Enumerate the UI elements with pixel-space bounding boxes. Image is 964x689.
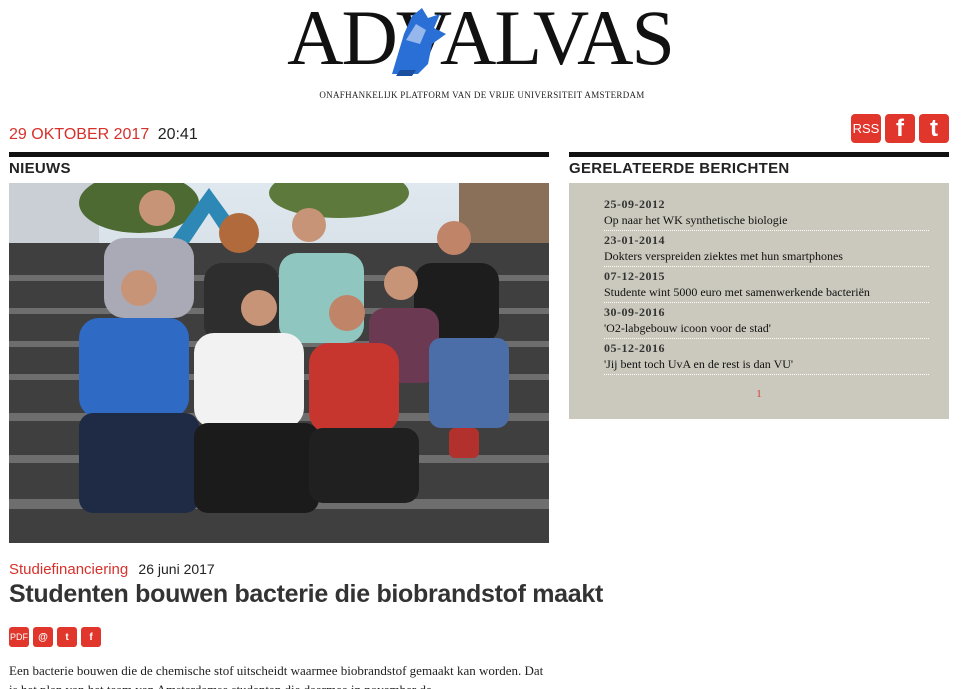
related-item[interactable]: 23-01-2014 Dokters verspreiden ziektes m… <box>604 232 929 267</box>
article-category-link[interactable]: Studiefinanciering <box>9 561 128 578</box>
twitter-share-icon[interactable]: t <box>57 627 77 647</box>
related-date: 07-12-2015 <box>604 269 665 283</box>
related-title-link[interactable]: Studente wint 5000 euro met samenwerkend… <box>604 284 929 303</box>
related-date: 23-01-2014 <box>604 233 665 247</box>
students-on-steps-image <box>9 183 549 543</box>
related-rule <box>569 152 949 157</box>
pagination-page-1[interactable]: 1 <box>569 389 949 400</box>
related-item[interactable]: 05-12-2016 'Jij bent toch UvA en de rest… <box>604 340 929 375</box>
site-tagline: ONAFHANKELIJK PLATFORM VAN DE VRIJE UNIV… <box>319 90 645 100</box>
article-date: 26 juni 2017 <box>138 561 215 577</box>
related-date: 30-09-2016 <box>604 305 665 319</box>
related-date: 05-12-2016 <box>604 341 665 355</box>
logo-wordmark: ADVALVAS <box>287 0 675 81</box>
facebook-icon[interactable]: f <box>885 114 915 143</box>
related-item[interactable]: 07-12-2015 Studente wint 5000 euro met s… <box>604 268 929 303</box>
related-title-link[interactable]: Dokters verspreiden ziektes met hun smar… <box>604 248 929 267</box>
nieuws-rule <box>9 152 549 157</box>
article-body: Een bacterie bouwen die de chemische sto… <box>9 663 544 689</box>
current-date: 29 OKTOBER 2017 <box>9 126 150 143</box>
article-meta: Studiefinanciering 26 juni 2017 <box>9 561 215 578</box>
related-item[interactable]: 25-09-2012 Op naar het WK synthetische b… <box>604 196 929 231</box>
pdf-icon[interactable]: PDF <box>9 627 29 647</box>
section-title-related: GERELATEERDE BERICHTEN <box>569 160 790 177</box>
article-photo <box>9 183 549 543</box>
current-time: 20:41 <box>157 126 198 143</box>
related-title-link[interactable]: 'Jij bent toch UvA en de rest is dan VU' <box>604 356 929 375</box>
related-articles-box: 25-09-2012 Op naar het WK synthetische b… <box>569 183 949 419</box>
article-headline: Studenten bouwen bacterie die biobrandst… <box>9 580 604 608</box>
griffin-logo-icon <box>392 8 446 76</box>
related-item[interactable]: 30-09-2016 'O2-labgebouw icoon voor de s… <box>604 304 929 339</box>
email-icon[interactable]: @ <box>33 627 53 647</box>
related-date: 25-09-2012 <box>604 197 665 211</box>
facebook-share-icon[interactable]: f <box>81 627 101 647</box>
related-title-link[interactable]: Op naar het WK synthetische biologie <box>604 212 929 231</box>
twitter-icon[interactable]: t <box>919 114 949 143</box>
social-links: RSS f t <box>851 114 949 143</box>
article-share-buttons: PDF @ t f <box>9 627 101 647</box>
section-title-nieuws: NIEUWS <box>9 160 71 177</box>
rss-button[interactable]: RSS <box>851 114 881 143</box>
site-logo[interactable]: ADVALVAS <box>250 0 710 85</box>
current-datetime: 29 OKTOBER 2017 20:41 <box>9 126 198 144</box>
related-title-link[interactable]: 'O2-labgebouw icoon voor de stad' <box>604 320 929 339</box>
